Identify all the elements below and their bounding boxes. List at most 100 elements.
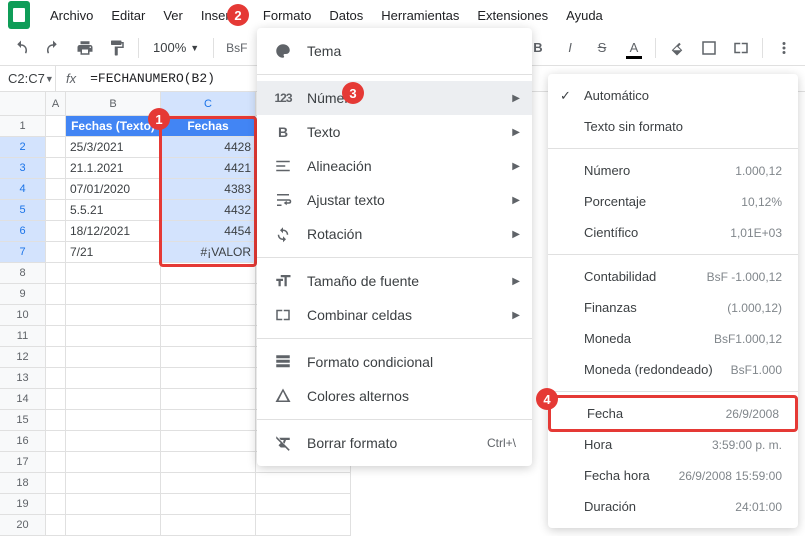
num-plain[interactable]: Texto sin formato <box>548 111 798 142</box>
menu-clear-format[interactable]: Borrar formatoCtrl+\ <box>257 426 532 460</box>
num-scientific[interactable]: Científico1,01E+03 <box>548 217 798 248</box>
num-date[interactable]: Fecha26/9/2008 <box>548 395 798 432</box>
cell[interactable]: Fechas <box>161 116 256 137</box>
num-finance[interactable]: Finanzas(1.000,12) <box>548 292 798 323</box>
cell[interactable] <box>46 305 66 326</box>
num-time[interactable]: Hora3:59:00 p. m. <box>548 429 798 460</box>
text-color-button[interactable]: A <box>621 35 647 61</box>
cell[interactable]: 7/21 <box>66 242 161 263</box>
cell[interactable] <box>66 305 161 326</box>
row-header[interactable]: 17 <box>0 452 46 473</box>
cell[interactable] <box>161 284 256 305</box>
col-header[interactable]: A <box>46 92 66 116</box>
menu-number[interactable]: 123Número▶ <box>257 81 532 115</box>
zoom-select[interactable]: 100%▼ <box>147 38 205 57</box>
cell[interactable]: 18/12/2021 <box>66 221 161 242</box>
menu-fontsize[interactable]: Tamaño de fuente▶ <box>257 264 532 298</box>
cell[interactable]: 4454 <box>161 221 256 242</box>
cell[interactable] <box>46 368 66 389</box>
num-currency[interactable]: MonedaBsF1.000,12 <box>548 323 798 354</box>
cell[interactable] <box>46 326 66 347</box>
cell[interactable] <box>46 284 66 305</box>
cell[interactable] <box>46 515 66 536</box>
cell[interactable] <box>46 389 66 410</box>
row-header[interactable]: 15 <box>0 410 46 431</box>
cell[interactable]: 07/01/2020 <box>66 179 161 200</box>
menu-ver[interactable]: Ver <box>155 4 191 27</box>
italic-button[interactable]: I <box>557 35 583 61</box>
cell[interactable] <box>161 368 256 389</box>
cell[interactable] <box>161 515 256 536</box>
cell[interactable] <box>46 452 66 473</box>
cell[interactable] <box>46 158 66 179</box>
row-header[interactable]: 16 <box>0 431 46 452</box>
row-header[interactable]: 1 <box>0 116 46 137</box>
cell[interactable] <box>46 347 66 368</box>
borders-button[interactable] <box>696 35 722 61</box>
cell[interactable] <box>66 347 161 368</box>
merge-button[interactable] <box>728 35 754 61</box>
cell[interactable] <box>161 410 256 431</box>
row-header[interactable]: 2 <box>0 137 46 158</box>
redo-button[interactable] <box>40 35 66 61</box>
cell[interactable] <box>161 473 256 494</box>
cell[interactable] <box>66 410 161 431</box>
cell[interactable] <box>161 494 256 515</box>
menu-theme[interactable]: Tema <box>257 34 532 68</box>
menu-herramientas[interactable]: Herramientas <box>373 4 467 27</box>
strikethrough-button[interactable]: S <box>589 35 615 61</box>
cell[interactable] <box>161 389 256 410</box>
cell[interactable] <box>256 473 351 494</box>
cell[interactable] <box>161 452 256 473</box>
cell[interactable] <box>161 326 256 347</box>
menu-editar[interactable]: Editar <box>103 4 153 27</box>
menu-altcolors[interactable]: Colores alternos <box>257 379 532 413</box>
row-header[interactable]: 3 <box>0 158 46 179</box>
row-header[interactable]: 5 <box>0 200 46 221</box>
cell[interactable]: 21.1.2021 <box>66 158 161 179</box>
num-number[interactable]: Número1.000,12 <box>548 155 798 186</box>
cell[interactable] <box>66 263 161 284</box>
cell[interactable] <box>161 305 256 326</box>
num-datetime[interactable]: Fecha hora26/9/2008 15:59:00 <box>548 460 798 491</box>
cell[interactable]: #¡VALOR <box>161 242 256 263</box>
cell[interactable]: 4383 <box>161 179 256 200</box>
menu-rotation[interactable]: Rotación▶ <box>257 217 532 251</box>
cell[interactable]: Fechas (Texto) <box>66 116 161 137</box>
menu-datos[interactable]: Datos <box>321 4 371 27</box>
paint-format-button[interactable] <box>104 35 130 61</box>
fill-color-button[interactable] <box>664 35 690 61</box>
more-button[interactable] <box>771 35 797 61</box>
cell[interactable] <box>66 284 161 305</box>
cell[interactable] <box>46 263 66 284</box>
cell[interactable] <box>66 368 161 389</box>
cell[interactable] <box>66 494 161 515</box>
row-header[interactable]: 11 <box>0 326 46 347</box>
cell[interactable] <box>161 431 256 452</box>
select-all-corner[interactable] <box>0 92 46 116</box>
menu-wrap[interactable]: Ajustar texto▶ <box>257 183 532 217</box>
row-header[interactable]: 13 <box>0 368 46 389</box>
cell[interactable] <box>161 263 256 284</box>
row-header[interactable]: 14 <box>0 389 46 410</box>
currency-button[interactable]: BsF <box>222 35 251 61</box>
cell[interactable] <box>66 389 161 410</box>
menu-align[interactable]: Alineación▶ <box>257 149 532 183</box>
cell[interactable] <box>66 431 161 452</box>
num-percent[interactable]: Porcentaje10,12% <box>548 186 798 217</box>
menu-archivo[interactable]: Archivo <box>42 4 101 27</box>
name-box[interactable]: C2:C7▼ <box>0 66 56 91</box>
menu-merge[interactable]: Combinar celdas▶ <box>257 298 532 332</box>
undo-button[interactable] <box>8 35 34 61</box>
menu-formato[interactable]: Formato <box>255 4 319 27</box>
cell[interactable] <box>66 452 161 473</box>
num-accounting[interactable]: ContabilidadBsF -1.000,12 <box>548 261 798 292</box>
cell[interactable] <box>46 242 66 263</box>
col-header[interactable]: C <box>161 92 256 116</box>
num-currency-rounded[interactable]: Moneda (redondeado)BsF1.000 <box>548 354 798 385</box>
cell[interactable] <box>46 200 66 221</box>
row-header[interactable]: 4 <box>0 179 46 200</box>
cell[interactable] <box>66 515 161 536</box>
cell[interactable]: 4428 <box>161 137 256 158</box>
cell[interactable] <box>46 410 66 431</box>
